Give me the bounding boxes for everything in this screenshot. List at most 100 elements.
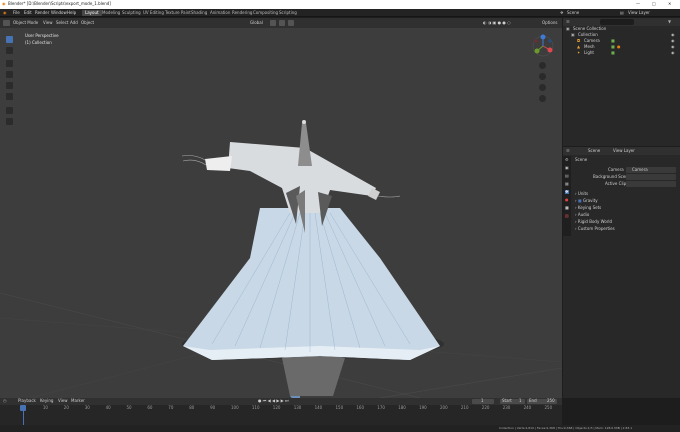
frame-tick-label: 220 — [481, 405, 490, 410]
visibility-eye-icon[interactable]: ◉ — [671, 33, 675, 37]
minimize-button[interactable]: — — [636, 2, 640, 6]
keying-sets-panel[interactable]: › Keying Sets — [575, 206, 601, 210]
object-tab-icon[interactable]: ■ — [565, 206, 569, 210]
viewport-shading-icons[interactable]: ◐ ◑ ▣ ● ● ○ — [483, 21, 511, 25]
scene-tab-icon[interactable]: ❖ — [565, 190, 569, 194]
3d-viewport[interactable]: Object Mode View Select Add Object Globa… — [0, 18, 562, 398]
camera-field-value: Camera — [632, 167, 648, 172]
menu-view[interactable]: View — [58, 399, 68, 403]
start-frame-field[interactable]: Start 1 — [500, 399, 525, 404]
camera-data-icon: ■ — [611, 38, 615, 43]
menu-view[interactable]: View — [43, 21, 53, 25]
menu-add[interactable]: Add — [70, 21, 78, 25]
editor-type-icon[interactable]: ☰ — [566, 149, 570, 153]
frame-tick-label: 160 — [356, 405, 365, 410]
tab-scripting[interactable]: Scripting — [279, 11, 297, 15]
gravity-label: Gravity — [582, 198, 598, 203]
visibility-eye-icon[interactable]: ◉ — [671, 45, 675, 49]
gravity-checkbox[interactable]: ■ — [578, 198, 582, 203]
rigid-body-world-panel[interactable]: › Rigid Body World — [575, 220, 612, 224]
active-clip-field[interactable] — [626, 181, 676, 187]
blender-logo-icon: ◉ — [2, 1, 6, 6]
frame-tick-label: 120 — [272, 405, 281, 410]
menu-help[interactable]: Help — [67, 11, 76, 15]
camera-field[interactable]: Camera — [626, 167, 676, 173]
custom-properties-panel[interactable]: › Custom Properties — [575, 227, 615, 231]
scene-panel-title[interactable]: Scene — [575, 158, 587, 162]
scene-view — [0, 120, 562, 398]
units-panel[interactable]: › Units — [575, 192, 588, 196]
frame-tick-label: 90 — [210, 405, 216, 410]
close-button[interactable]: ✕ — [668, 2, 671, 6]
proportional-edit-button[interactable] — [288, 20, 294, 26]
menu-keying[interactable]: Keying — [40, 399, 53, 403]
menu-select[interactable]: Select — [56, 21, 68, 25]
view-layer-tab-icon[interactable]: ▦ — [565, 182, 569, 186]
view-layer-selector[interactable]: View Layer — [628, 11, 650, 15]
custom-properties-label: Custom Properties — [577, 226, 615, 231]
gravity-panel[interactable]: › ■ Gravity — [575, 199, 598, 203]
maximize-button[interactable]: □ — [652, 2, 656, 6]
filter-icon[interactable]: ▼ — [668, 20, 671, 24]
texture-tab-icon[interactable]: ▧ — [565, 214, 569, 218]
menu-render[interactable]: Render — [35, 11, 49, 15]
render-tab-icon[interactable]: ▣ — [565, 166, 569, 170]
playback-controls[interactable]: ● ⏮ ◀ ◀ ▶ ▶ ⏭ — [258, 399, 289, 403]
menu-edit[interactable]: Edit — [24, 11, 32, 15]
viewport-header: Object Mode View Select Add Object Globa… — [0, 18, 562, 28]
rigid-body-world-label: Rigid Body World — [577, 219, 613, 224]
properties-header: ☰ Scene View Layer — [563, 147, 680, 155]
timeline[interactable]: ◷ Playback Keying View Marker ● ⏮ ◀ ◀ ▶ … — [0, 398, 562, 425]
output-tab-icon[interactable]: ▤ — [565, 174, 569, 178]
audio-label: Audio — [577, 212, 590, 217]
tab-compositing[interactable]: Compositing — [253, 11, 278, 15]
mode-selector[interactable]: Object Mode — [13, 21, 38, 25]
light-icon: ✦ — [577, 50, 581, 55]
tab-rendering[interactable]: Rendering — [232, 11, 252, 15]
outliner: ☰ ▼ ▣ Scene Collection ▣ Collection ◘ Ca… — [563, 18, 680, 146]
tab-animation[interactable]: Animation — [210, 11, 230, 15]
camera-icon: ◘ — [577, 38, 581, 43]
frame-tick-label: 10 — [42, 405, 48, 410]
chevron-right-icon: › — [575, 212, 577, 217]
menu-window[interactable]: Window — [51, 11, 67, 15]
audio-panel[interactable]: › Audio — [575, 213, 589, 217]
outliner-header: ☰ ▼ — [563, 18, 680, 26]
tab-texture-paint[interactable]: Texture Paint — [165, 11, 191, 15]
end-frame-field[interactable]: End 250 — [527, 399, 557, 404]
transform-orientation-dropdown[interactable]: Global — [250, 21, 263, 25]
visibility-eye-icon[interactable]: ◉ — [671, 51, 675, 55]
tool-tab-icon[interactable]: ⚙ — [565, 158, 569, 162]
properties-editor: ☰ Scene View Layer ⚙ ▣ ▤ ▦ ❖ ● ■ ▧ Scene… — [563, 147, 680, 398]
current-frame-field[interactable]: 1 — [472, 399, 494, 404]
blender-menu-icon[interactable]: ◉ — [3, 11, 7, 15]
menu-playback[interactable]: Playback — [18, 399, 36, 403]
tab-layout[interactable]: Layout — [82, 10, 102, 16]
tab-sculpting[interactable]: Sculpting — [122, 11, 141, 15]
frame-tick-label: 210 — [460, 405, 469, 410]
window-title: Blender* [D:\Blender\Scripts\export_mode… — [8, 1, 111, 6]
frame-ruler[interactable]: 0102030405060708090100110120130140150160… — [0, 405, 562, 411]
visibility-eye-icon[interactable]: ◉ — [671, 39, 675, 43]
outliner-search-input[interactable] — [600, 19, 634, 25]
light-data-icon: ■ — [611, 50, 615, 55]
frame-tick-label: 70 — [168, 405, 174, 410]
world-tab-icon[interactable]: ● — [565, 198, 569, 202]
menu-file[interactable]: File — [13, 11, 20, 15]
tab-modeling[interactable]: Modeling — [102, 11, 120, 15]
editor-type-icon[interactable]: ◷ — [3, 399, 7, 403]
scene-selector[interactable]: Scene — [567, 11, 579, 15]
chevron-right-icon: › — [575, 198, 577, 203]
snap-button[interactable] — [279, 20, 285, 26]
frame-tick-label: 230 — [502, 405, 511, 410]
tab-uv-editing[interactable]: UV Editing — [143, 11, 164, 15]
background-scene-label: Background Scene — [593, 174, 631, 179]
background-scene-field[interactable] — [626, 174, 676, 180]
menu-object[interactable]: Object — [81, 21, 94, 25]
editor-type-button[interactable] — [3, 20, 10, 26]
tab-shading[interactable]: Shading — [191, 11, 207, 15]
editor-type-icon[interactable]: ☰ — [566, 20, 570, 24]
menu-marker[interactable]: Marker — [71, 399, 85, 403]
options-dropdown[interactable]: Options — [542, 21, 557, 25]
pivot-point-button[interactable] — [270, 20, 276, 26]
